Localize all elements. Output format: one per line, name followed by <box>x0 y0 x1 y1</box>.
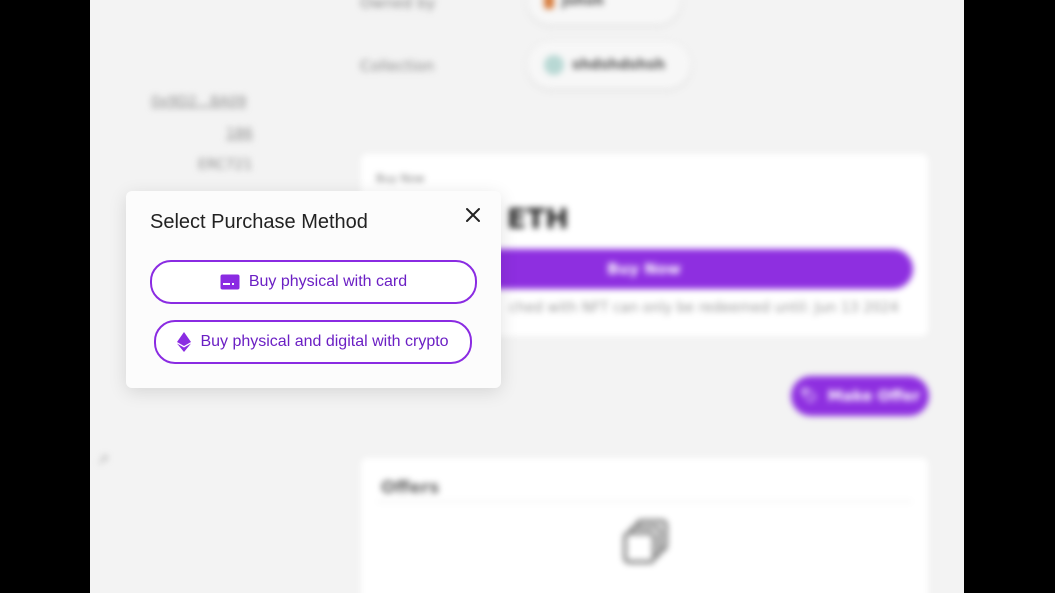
modal-title: Select Purchase Method <box>150 211 368 233</box>
owner-avatar <box>544 0 554 9</box>
owned-by-label: Owned by <box>360 0 436 12</box>
offers-card: Offers <box>361 458 928 593</box>
redeem-note: ched with NFT can only be redeemed until… <box>509 300 899 316</box>
offers-title: Offers <box>381 478 440 498</box>
tag-icon: 🏷 <box>799 388 818 404</box>
collection-name: shdshdshsh <box>572 57 666 73</box>
buy-now-label: Buy Now <box>376 172 425 185</box>
cards-stack-icon <box>623 519 668 564</box>
collection-pill[interactable]: shdshdshsh <box>528 42 690 88</box>
buy-with-crypto-button[interactable]: Buy physical and digital with crypto <box>154 320 472 364</box>
token-standard: ERC721 <box>198 157 253 173</box>
contract-address-link[interactable]: 0x9D2...8A09 <box>151 94 246 110</box>
buy-with-card-label: Buy physical with card <box>248 273 408 290</box>
collection-label: Collection <box>360 57 435 75</box>
buy-with-card-button[interactable]: Buy physical with card <box>150 260 477 304</box>
close-icon[interactable] <box>464 206 482 224</box>
make-offer-button[interactable]: 🏷 Make Offer <box>791 376 929 416</box>
owner-name: Jshsh <box>562 0 604 9</box>
offers-divider <box>377 501 912 502</box>
price-currency: ETH <box>507 202 569 235</box>
external-link-icon[interactable]: ↗ <box>97 452 109 468</box>
credit-card-icon <box>220 274 240 290</box>
make-offer-label: Make Offer <box>827 387 921 405</box>
purchase-method-modal: Select Purchase Method Buy physical with… <box>126 191 501 388</box>
token-id-link[interactable]: 186 <box>226 126 253 142</box>
collection-avatar <box>544 55 564 75</box>
ethereum-icon <box>177 332 192 352</box>
owner-pill[interactable]: Jshsh <box>528 0 680 24</box>
buy-with-crypto-label: Buy physical and digital with crypto <box>200 333 449 350</box>
